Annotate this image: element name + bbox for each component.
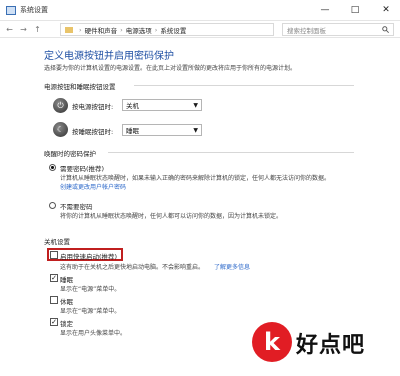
- power-icon: ⏻: [53, 98, 68, 113]
- chevron-down-icon: ▼: [193, 126, 198, 134]
- section-divider: [134, 85, 354, 86]
- sleep-desc: 显示在“电源”菜单中。: [60, 286, 121, 293]
- window-title: 系统设置: [20, 6, 48, 14]
- lock-label[interactable]: 锁定: [60, 318, 73, 328]
- breadcrumb-separator: ›: [120, 25, 123, 34]
- sleep-button-action-select[interactable]: 睡眠 ▼: [122, 124, 202, 136]
- hibernate-checkbox[interactable]: [50, 296, 58, 304]
- sleep-checkbox[interactable]: ✓: [50, 274, 58, 282]
- power-buttons-heading: 电源按钮和睡眠按钮设置: [44, 83, 116, 91]
- chevron-down-icon: ▼: [193, 101, 198, 109]
- fast-startup-checkbox[interactable]: [50, 251, 58, 259]
- breadcrumb-power-options[interactable]: 电源选项: [126, 25, 152, 35]
- no-password-label[interactable]: 不需要密码: [60, 201, 93, 211]
- search-icon: [382, 26, 389, 33]
- folder-icon: [65, 26, 73, 33]
- maximize-button[interactable]: □: [348, 3, 362, 17]
- close-button[interactable]: ✕: [379, 3, 393, 17]
- sleep-label[interactable]: 睡眠: [60, 274, 73, 284]
- section-divider: [108, 152, 354, 153]
- watermark-text: 好点吧: [296, 333, 366, 358]
- page-title: 定义电源按钮并启用密码保护: [44, 51, 174, 62]
- minimize-button[interactable]: —: [318, 3, 332, 17]
- require-password-radio[interactable]: [49, 164, 56, 171]
- address-bar: ← → ↑ › 硬件和声音 › 电源选项 › 系统设置 搜索控制面板: [0, 20, 400, 38]
- power-button-action-value: 关机: [126, 102, 139, 110]
- no-password-desc: 将你的计算机从睡眠状态唤醒时，任何人都可以访问你的数据，因为计算机未锁定。: [60, 213, 283, 220]
- breadcrumb[interactable]: › 硬件和声音 › 电源选项 › 系统设置: [60, 23, 274, 36]
- breadcrumb-system-settings[interactable]: 系统设置: [160, 25, 186, 35]
- power-button-action-select[interactable]: 关机 ▼: [122, 99, 202, 111]
- breadcrumb-separator: ›: [154, 25, 158, 34]
- password-heading: 唤醒时的密码保护: [44, 150, 96, 158]
- search-input[interactable]: 搜索控制面板: [282, 23, 394, 36]
- fast-startup-label[interactable]: 启用快速启动(推荐): [60, 251, 117, 261]
- hibernate-label[interactable]: 休眠: [60, 296, 73, 306]
- breadcrumb-hardware-sound[interactable]: 硬件和声音: [85, 25, 118, 35]
- sleep-button-action-value: 睡眠: [126, 127, 139, 135]
- search-placeholder: 搜索控制面板: [287, 26, 326, 35]
- no-password-radio[interactable]: [49, 202, 56, 209]
- control-panel-icon: [6, 5, 16, 15]
- hibernate-desc: 显示在“电源”菜单中。: [60, 308, 121, 315]
- moon-icon: ☾: [53, 122, 68, 137]
- lock-desc: 显示在用户头像菜单中。: [60, 330, 127, 337]
- change-password-link[interactable]: 创建或更改用户帐户密码: [60, 182, 126, 191]
- watermark-logo: k: [252, 322, 292, 362]
- fast-startup-desc: 这有助于在关机之后更快地启动电脑。不会影响重启。: [60, 264, 205, 271]
- require-password-label[interactable]: 需要密码(推荐): [60, 163, 104, 173]
- breadcrumb-separator: ›: [79, 25, 82, 34]
- title-bar: 系统设置: [0, 0, 400, 20]
- shutdown-heading: 关机设置: [44, 238, 70, 246]
- power-button-label: 按电源按钮时:: [72, 103, 114, 111]
- sleep-button-label: 按睡眠按钮时:: [72, 128, 114, 136]
- back-arrow-icon[interactable]: ←: [5, 25, 14, 34]
- up-arrow-icon[interactable]: ↑: [33, 25, 42, 34]
- learn-more-link[interactable]: 了解更多信息: [214, 262, 250, 271]
- page-subtitle: 选择要为你的计算机设置的电源设置。在此页上对设置所做的更改将应用于你所有的电源计…: [44, 65, 297, 72]
- lock-checkbox[interactable]: ✓: [50, 318, 58, 326]
- forward-arrow-icon[interactable]: →: [19, 25, 28, 34]
- require-password-desc: 计算机从睡眠状态唤醒时，如果未输入正确的密码来解除计算机的锁定，任何人都无法访问…: [60, 175, 331, 182]
